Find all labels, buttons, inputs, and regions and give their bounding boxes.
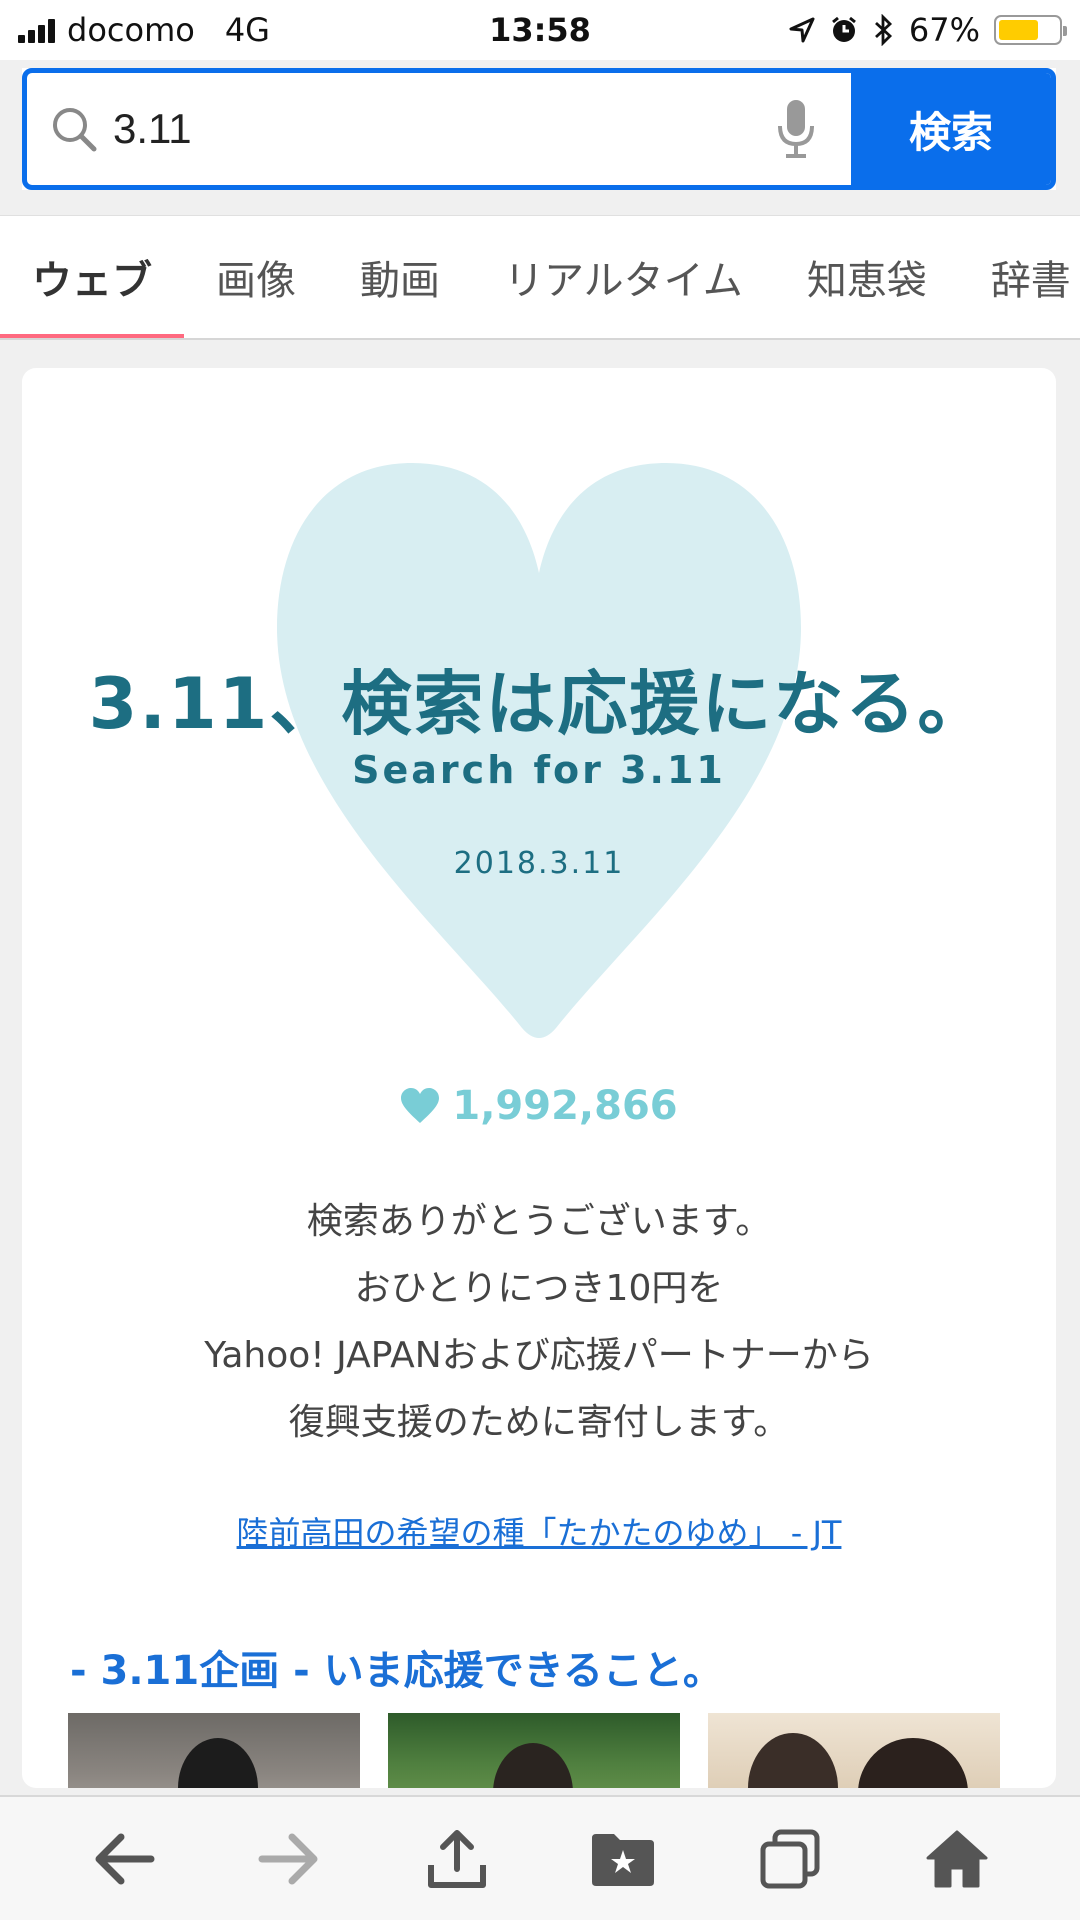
project-thumbnail[interactable] xyxy=(708,1713,1000,1788)
search-icon xyxy=(53,108,97,152)
person-photo xyxy=(748,1733,838,1788)
status-right: 67% xyxy=(789,11,1067,49)
alarm-icon xyxy=(831,16,856,42)
home-button[interactable] xyxy=(912,1814,1002,1904)
campaign-card: 3.11、検索は応援になる。 Search for 3.11 2018.3.11… xyxy=(22,368,1056,1788)
status-left: docomo 4G xyxy=(18,11,270,49)
project-thumbnail[interactable] xyxy=(68,1713,360,1788)
signal-icon xyxy=(18,17,55,43)
network-label: 4G xyxy=(224,11,270,49)
search-tabs: ウェブ 画像 動画 リアルタイム 知恵袋 辞書 xyxy=(0,215,1080,340)
support-count: 1,992,866 xyxy=(22,1083,1056,1129)
location-icon xyxy=(789,17,815,43)
heart-banner[interactable]: 3.11、検索は応援になる。 Search for 3.11 2018.3.11 xyxy=(22,368,1056,1068)
thanks-line: おひとりにつき10円を xyxy=(354,1268,724,1309)
browser-toolbar xyxy=(0,1795,1080,1920)
person-photo xyxy=(493,1743,573,1788)
search-bar: 検索 xyxy=(22,68,1056,190)
thanks-line: 復興支援のために寄付します。 xyxy=(288,1402,790,1443)
thanks-message: 検索ありがとうございます。 おひとりにつき10円を Yahoo! JAPANおよ… xyxy=(22,1188,1056,1456)
battery-percent: 67% xyxy=(908,11,980,49)
share-icon xyxy=(427,1829,486,1888)
forward-button[interactable] xyxy=(245,1814,335,1904)
search-input[interactable] xyxy=(113,105,727,153)
mic-icon xyxy=(778,100,814,158)
campaign-subtitle: Search for 3.11 xyxy=(352,748,726,792)
tab-images[interactable]: 画像 xyxy=(184,216,328,338)
share-button[interactable] xyxy=(412,1814,502,1904)
thanks-line: Yahoo! JAPANおよび応援パートナーから xyxy=(204,1335,874,1376)
tab-web[interactable]: ウェブ xyxy=(0,216,184,338)
thanks-line: 検索ありがとうございます。 xyxy=(306,1201,772,1242)
project-thumbnails xyxy=(68,1713,1000,1788)
status-bar: docomo 4G 13:58 67% xyxy=(0,0,1080,60)
forward-icon xyxy=(258,1833,318,1884)
bookmark-button[interactable] xyxy=(578,1814,668,1904)
bookmark-icon xyxy=(592,1833,655,1886)
bluetooth-icon xyxy=(874,14,892,46)
heart-icon xyxy=(401,1088,440,1123)
campaign-headline: 3.11、検索は応援になる。 xyxy=(88,663,990,745)
search-box: 検索 xyxy=(22,68,1056,190)
tab-realtime[interactable]: リアルタイム xyxy=(472,216,775,338)
campaign-date: 2018.3.11 xyxy=(453,846,625,881)
tab-dictionary[interactable]: 辞書 xyxy=(959,216,1080,338)
tab-chiebukuro[interactable]: 知恵袋 xyxy=(775,216,959,338)
home-icon xyxy=(926,1830,988,1887)
mic-button[interactable] xyxy=(741,98,851,160)
tabs-button[interactable] xyxy=(745,1814,835,1904)
support-count-value: 1,992,866 xyxy=(452,1083,678,1129)
tabs-icon xyxy=(760,1829,820,1888)
back-icon xyxy=(95,1833,155,1884)
carrier-label: docomo xyxy=(67,11,195,49)
search-button[interactable]: 検索 xyxy=(851,73,1051,185)
search-input-area xyxy=(27,73,851,185)
back-button[interactable] xyxy=(78,1814,168,1904)
tab-videos[interactable]: 動画 xyxy=(328,216,472,338)
person-photo xyxy=(858,1738,968,1788)
project-section-title[interactable]: - 3.11企画 - いま応援できること。 xyxy=(70,1638,723,1696)
battery-icon xyxy=(994,15,1067,45)
battery-level xyxy=(999,20,1038,40)
project-thumbnail[interactable] xyxy=(388,1713,680,1788)
person-photo xyxy=(178,1738,258,1788)
partner-link[interactable]: 陸前高田の希望の種「たかたのゆめ」 - JT xyxy=(22,1508,1056,1554)
